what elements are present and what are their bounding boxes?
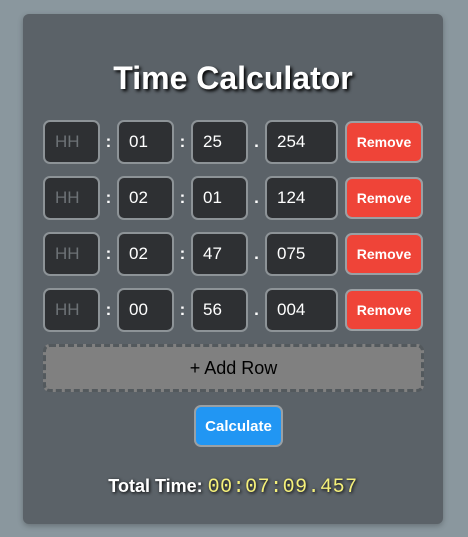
minutes-input[interactable]: [117, 120, 174, 164]
colon-separator: :: [179, 244, 186, 263]
remove-row-button[interactable]: Remove: [345, 121, 423, 163]
page-title: Time Calculator: [113, 60, 353, 96]
seconds-input[interactable]: [191, 232, 248, 276]
time-row-4: : : . Remove: [43, 288, 423, 332]
colon-separator: :: [179, 132, 186, 151]
total-time-value: 00:07:09.457: [207, 476, 358, 499]
colon-separator: :: [105, 300, 112, 319]
time-row-2: : : . Remove: [43, 176, 423, 220]
hours-input[interactable]: [43, 120, 100, 164]
time-row-1: : : . Remove: [43, 120, 423, 164]
total-time-label: Total Time:: [108, 476, 203, 496]
hours-input[interactable]: [43, 232, 100, 276]
seconds-input[interactable]: [191, 176, 248, 220]
colon-separator: :: [105, 188, 112, 207]
milliseconds-input[interactable]: [265, 176, 338, 220]
milliseconds-input[interactable]: [265, 288, 338, 332]
colon-separator: :: [179, 300, 186, 319]
time-rows: : : . Remove : : . Remove : : . Rem: [43, 120, 423, 344]
dot-separator: .: [254, 132, 259, 151]
calculator-card: Time Calculator : : . Remove : : . Remov…: [23, 14, 443, 524]
add-row-button[interactable]: + Add Row: [43, 344, 424, 392]
hours-input[interactable]: [43, 176, 100, 220]
total-time: Total Time: 00:07:09.457: [23, 476, 443, 499]
milliseconds-input[interactable]: [265, 120, 338, 164]
colon-separator: :: [105, 132, 112, 151]
time-row-3: : : . Remove: [43, 232, 423, 276]
dot-separator: .: [254, 300, 259, 319]
remove-row-button[interactable]: Remove: [345, 233, 423, 275]
calculate-button[interactable]: Calculate: [194, 405, 283, 447]
remove-row-button[interactable]: Remove: [345, 289, 423, 331]
milliseconds-input[interactable]: [265, 232, 338, 276]
dot-separator: .: [254, 188, 259, 207]
dot-separator: .: [254, 244, 259, 263]
seconds-input[interactable]: [191, 288, 248, 332]
minutes-input[interactable]: [117, 232, 174, 276]
seconds-input[interactable]: [191, 120, 248, 164]
minutes-input[interactable]: [117, 288, 174, 332]
colon-separator: :: [179, 188, 186, 207]
hours-input[interactable]: [43, 288, 100, 332]
remove-row-button[interactable]: Remove: [345, 177, 423, 219]
minutes-input[interactable]: [117, 176, 174, 220]
colon-separator: :: [105, 244, 112, 263]
